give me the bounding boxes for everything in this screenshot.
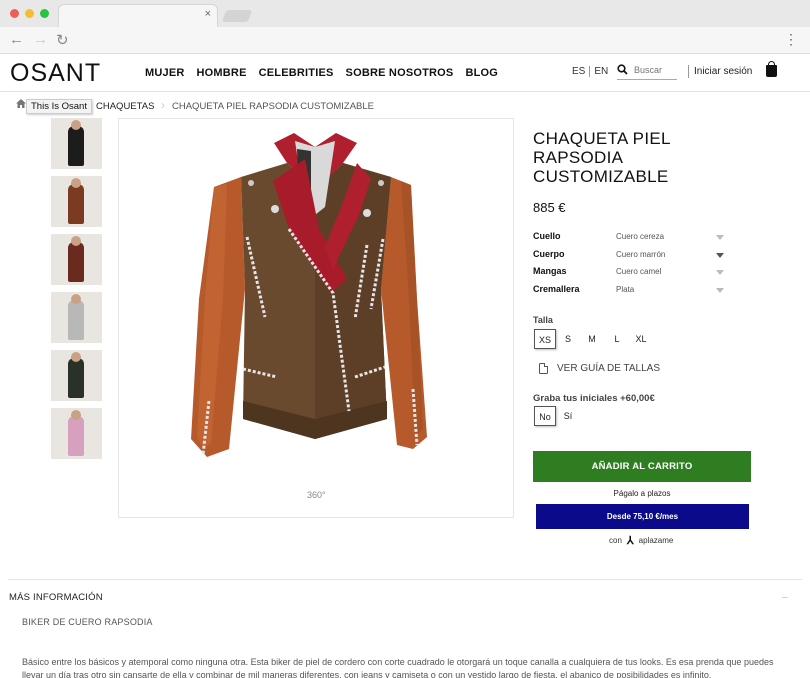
thumbnail-model-figure	[68, 242, 84, 282]
option-row-cuerpo[interactable]: Cuerpo Cuero marrón	[533, 249, 728, 263]
option-select-value[interactable]: Cuero marrón	[616, 250, 665, 259]
back-arrow-icon[interactable]: ←	[9, 31, 24, 48]
login-link[interactable]: Iniciar sesión	[694, 66, 752, 77]
browser-tab-bar: ×	[0, 0, 810, 27]
size-guide-label: VER GUÍA DE TALLAS	[557, 363, 661, 374]
size-option-xs[interactable]: XS	[534, 329, 556, 349]
thumbnail-1[interactable]	[51, 118, 102, 169]
thumbnail-model-head	[71, 410, 81, 420]
aplazame-logo-icon: ⅄	[626, 535, 634, 547]
document-icon	[539, 363, 548, 374]
size-option-l[interactable]: L	[610, 329, 624, 349]
section-divider	[8, 579, 802, 580]
installment-button[interactable]: Desde 75,10 €/mes	[536, 504, 749, 529]
thumbnail-model-head	[71, 352, 81, 362]
option-label: Cuerpo	[533, 249, 565, 259]
minimize-window-dot[interactable]	[25, 9, 34, 18]
main-nav: MUJER HOMBRE CELEBRITIES SOBRE NOSOTROS …	[145, 67, 498, 79]
site-logo[interactable]: OSANT	[10, 59, 101, 88]
browser-tab[interactable]: ×	[58, 4, 218, 27]
search-icon[interactable]	[617, 64, 628, 78]
size-option-m[interactable]: M	[585, 329, 599, 349]
more-info-description: Básico entre los básicos y atemporal com…	[22, 657, 774, 678]
thumbnail-model-figure	[68, 358, 84, 398]
option-select-value[interactable]: Cuero camel	[616, 267, 661, 276]
shopping-bag-icon[interactable]	[766, 61, 777, 77]
product-main-image[interactable]: 360°	[118, 118, 514, 518]
breadcrumb-chevron-icon: ›	[161, 98, 165, 112]
product-title: CHAQUETA PIEL RAPSODIA CUSTOMIZABLE	[533, 129, 671, 186]
nav-sobre-nosotros[interactable]: SOBRE NOSOTROS	[346, 67, 454, 79]
collapse-icon[interactable]: –	[782, 592, 788, 603]
nav-mujer[interactable]: MUJER	[145, 67, 185, 79]
size-label: Talla	[533, 315, 553, 325]
size-guide-link[interactable]: VER GUÍA DE TALLAS	[539, 363, 660, 374]
language-switcher: ES EN	[572, 66, 608, 77]
forward-arrow-icon[interactable]: →	[33, 31, 48, 48]
option-row-cuello[interactable]: Cuello Cuero cereza	[533, 231, 728, 245]
add-to-cart-button[interactable]: AÑADIR AL CARRITO	[533, 451, 751, 482]
thumbnail-model-figure	[68, 184, 84, 224]
option-label: Cremallera	[533, 284, 580, 294]
pay-later-label: Págalo a plazos	[613, 489, 671, 498]
lang-divider	[589, 66, 591, 77]
browser-menu-icon[interactable]: ⋮	[784, 31, 798, 48]
jacket-illustration	[191, 133, 427, 457]
chevron-down-icon[interactable]	[716, 253, 724, 258]
engrave-label: Graba tus iniciales +60,00€	[533, 393, 655, 404]
thumbnail-model-head	[71, 236, 81, 246]
rotate-360-icon[interactable]: 360°	[307, 490, 326, 500]
more-info-title[interactable]: MÁS INFORMACIÓN	[9, 592, 103, 603]
nav-celebrities[interactable]: CELEBRITIES	[259, 67, 334, 79]
search-box	[617, 64, 677, 80]
more-info-subtitle: BIKER DE CUERO RAPSODIA	[22, 617, 153, 627]
thumbnail-5[interactable]	[51, 350, 102, 401]
search-input[interactable]	[634, 65, 676, 75]
browser-toolbar: ← → ↻ ⋮	[0, 27, 810, 54]
thumbnail-model-figure	[68, 300, 84, 340]
thumbnail-model-head	[71, 120, 81, 130]
breadcrumb-category[interactable]: CHAQUETAS	[96, 101, 154, 112]
close-window-dot[interactable]	[10, 9, 19, 18]
thumbnail-3[interactable]	[51, 234, 102, 285]
thumbnail-model-figure	[68, 416, 84, 456]
thumbnail-4[interactable]	[51, 292, 102, 343]
nav-blog[interactable]: BLOG	[465, 67, 498, 79]
chevron-down-icon[interactable]	[716, 288, 724, 293]
header-divider	[688, 65, 689, 78]
lang-en[interactable]: EN	[594, 66, 608, 77]
product-price: 885 €	[533, 200, 566, 215]
close-icon[interactable]: ×	[205, 8, 211, 20]
size-option-s[interactable]: S	[561, 329, 575, 349]
with-label: con	[609, 536, 622, 545]
lang-es[interactable]: ES	[572, 66, 585, 77]
aplazame-label: aplazame	[638, 536, 674, 545]
reload-icon[interactable]: ↻	[56, 31, 69, 49]
option-select-value[interactable]: Plata	[616, 285, 634, 294]
thumbnail-model-figure	[68, 126, 84, 166]
size-option-xl[interactable]: XL	[632, 329, 650, 349]
option-label: Mangas	[533, 266, 567, 276]
engrave-option-no[interactable]: No	[534, 406, 556, 426]
home-icon[interactable]	[16, 99, 26, 111]
engrave-option-si[interactable]: Sí	[561, 406, 575, 426]
chevron-down-icon[interactable]	[716, 235, 724, 240]
aplazame-credit: con ⅄ aplazame	[609, 534, 673, 547]
thumbnail-6[interactable]	[51, 408, 102, 459]
chevron-down-icon[interactable]	[716, 270, 724, 275]
maximize-window-dot[interactable]	[40, 9, 49, 18]
option-row-cremallera[interactable]: Cremallera Plata	[533, 284, 728, 298]
home-tooltip: This Is Osant	[26, 99, 92, 114]
thumbnail-model-head	[71, 294, 81, 304]
breadcrumb-current: CHAQUETA PIEL RAPSODIA CUSTOMIZABLE	[172, 101, 375, 112]
thumbnail-model-head	[71, 178, 81, 188]
new-tab-button[interactable]	[221, 10, 253, 22]
option-row-mangas[interactable]: Mangas Cuero camel	[533, 266, 728, 280]
thumbnail-2[interactable]	[51, 176, 102, 227]
site-header: OSANT MUJER HOMBRE CELEBRITIES SOBRE NOS…	[0, 54, 810, 92]
option-select-value[interactable]: Cuero cereza	[616, 232, 664, 241]
option-label: Cuello	[533, 231, 561, 241]
nav-hombre[interactable]: HOMBRE	[197, 67, 247, 79]
